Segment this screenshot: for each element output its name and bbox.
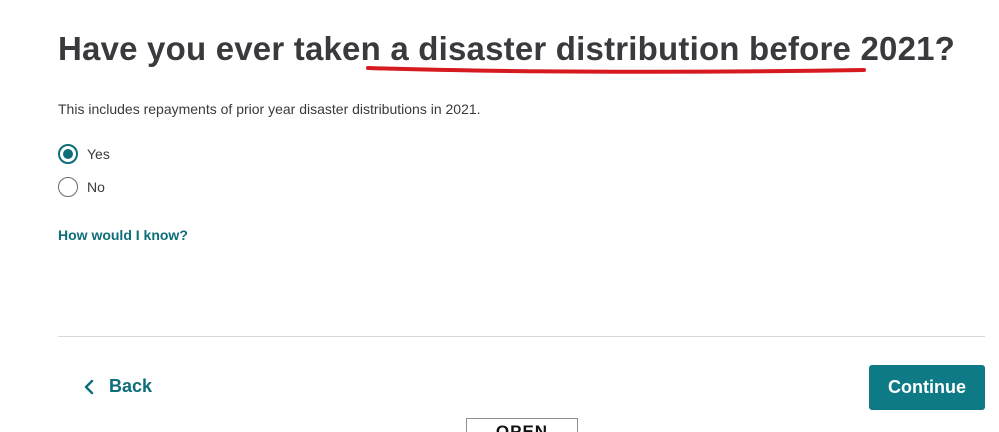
page-title: Have you ever taken a disaster distribut… [58,30,956,67]
back-button[interactable]: Back [83,376,152,397]
radio-dot [63,149,73,159]
radio-unchecked-icon[interactable] [58,177,78,197]
back-label: Back [109,376,153,396]
radio-option-no[interactable]: No [58,177,105,197]
radio-label-yes: Yes [87,146,110,162]
continue-button[interactable]: Continue [869,365,985,410]
how-would-i-know-link[interactable]: How would I know? [58,227,188,243]
radio-checked-icon[interactable] [58,144,78,164]
page: Have you ever taken a disaster distribut… [0,0,999,432]
chevron-left-icon [84,379,94,394]
radio-option-yes[interactable]: Yes [58,144,110,164]
divider [58,336,985,337]
open-tab[interactable]: OPEN [466,418,578,432]
radio-label-no: No [87,179,105,195]
question-description: This includes repayments of prior year d… [58,101,481,117]
